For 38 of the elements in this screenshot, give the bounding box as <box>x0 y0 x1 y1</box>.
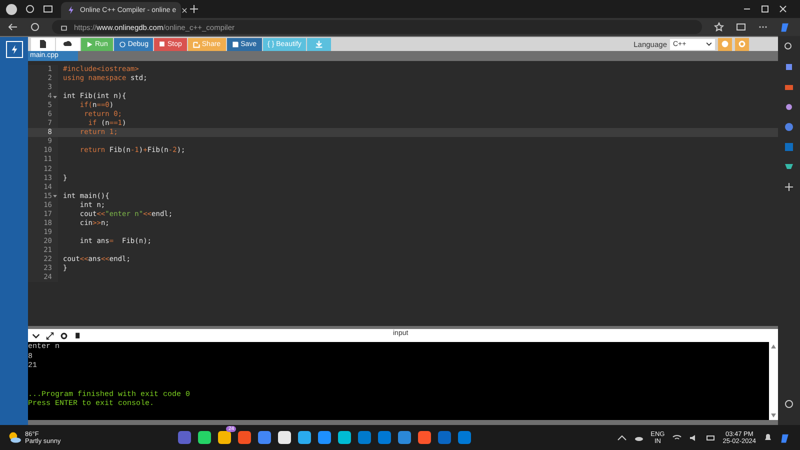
taskbar-app-icon[interactable] <box>298 431 311 444</box>
taskbar-app-icon[interactable] <box>218 431 231 444</box>
star-icon[interactable] <box>714 22 724 32</box>
bolt-icon <box>10 45 18 54</box>
upload-button[interactable] <box>56 38 80 50</box>
back-icon[interactable] <box>8 22 18 32</box>
close-icon <box>181 6 188 14</box>
chevron-up-icon[interactable] <box>616 432 627 442</box>
bolt-icon <box>67 6 75 14</box>
expand-icon[interactable] <box>46 332 54 340</box>
weather-icon <box>8 431 21 444</box>
add-icon[interactable] <box>784 182 794 192</box>
close-icon[interactable] <box>778 4 788 14</box>
download-icon <box>315 40 324 48</box>
play-icon <box>86 40 93 48</box>
stop-icon <box>159 41 166 47</box>
logo-icon[interactable] <box>6 41 22 58</box>
bell-icon[interactable] <box>763 432 773 442</box>
share-icon <box>192 40 200 48</box>
restore-icon[interactable] <box>760 4 770 14</box>
cloud-icon <box>63 39 73 49</box>
fold-icon[interactable] <box>53 94 57 99</box>
profile-icon[interactable] <box>6 4 17 14</box>
scroll-up-icon[interactable] <box>771 344 776 349</box>
taskbar-app-icon[interactable] <box>278 431 291 444</box>
taskbar-app-icon[interactable] <box>198 431 211 444</box>
new-tab-icon[interactable] <box>189 4 199 14</box>
fold-icon[interactable] <box>53 194 57 198</box>
battery-icon[interactable] <box>706 432 716 442</box>
file-button[interactable] <box>31 38 55 50</box>
cart-icon[interactable] <box>784 162 794 172</box>
taskbar-app-icon[interactable] <box>338 431 351 444</box>
file-icon <box>38 39 48 49</box>
scroll-down-icon[interactable] <box>771 413 776 418</box>
floppy-icon <box>232 40 239 48</box>
chevron-icon <box>706 41 712 47</box>
chevron-icon[interactable] <box>32 332 40 340</box>
wifi-icon[interactable] <box>672 432 682 442</box>
